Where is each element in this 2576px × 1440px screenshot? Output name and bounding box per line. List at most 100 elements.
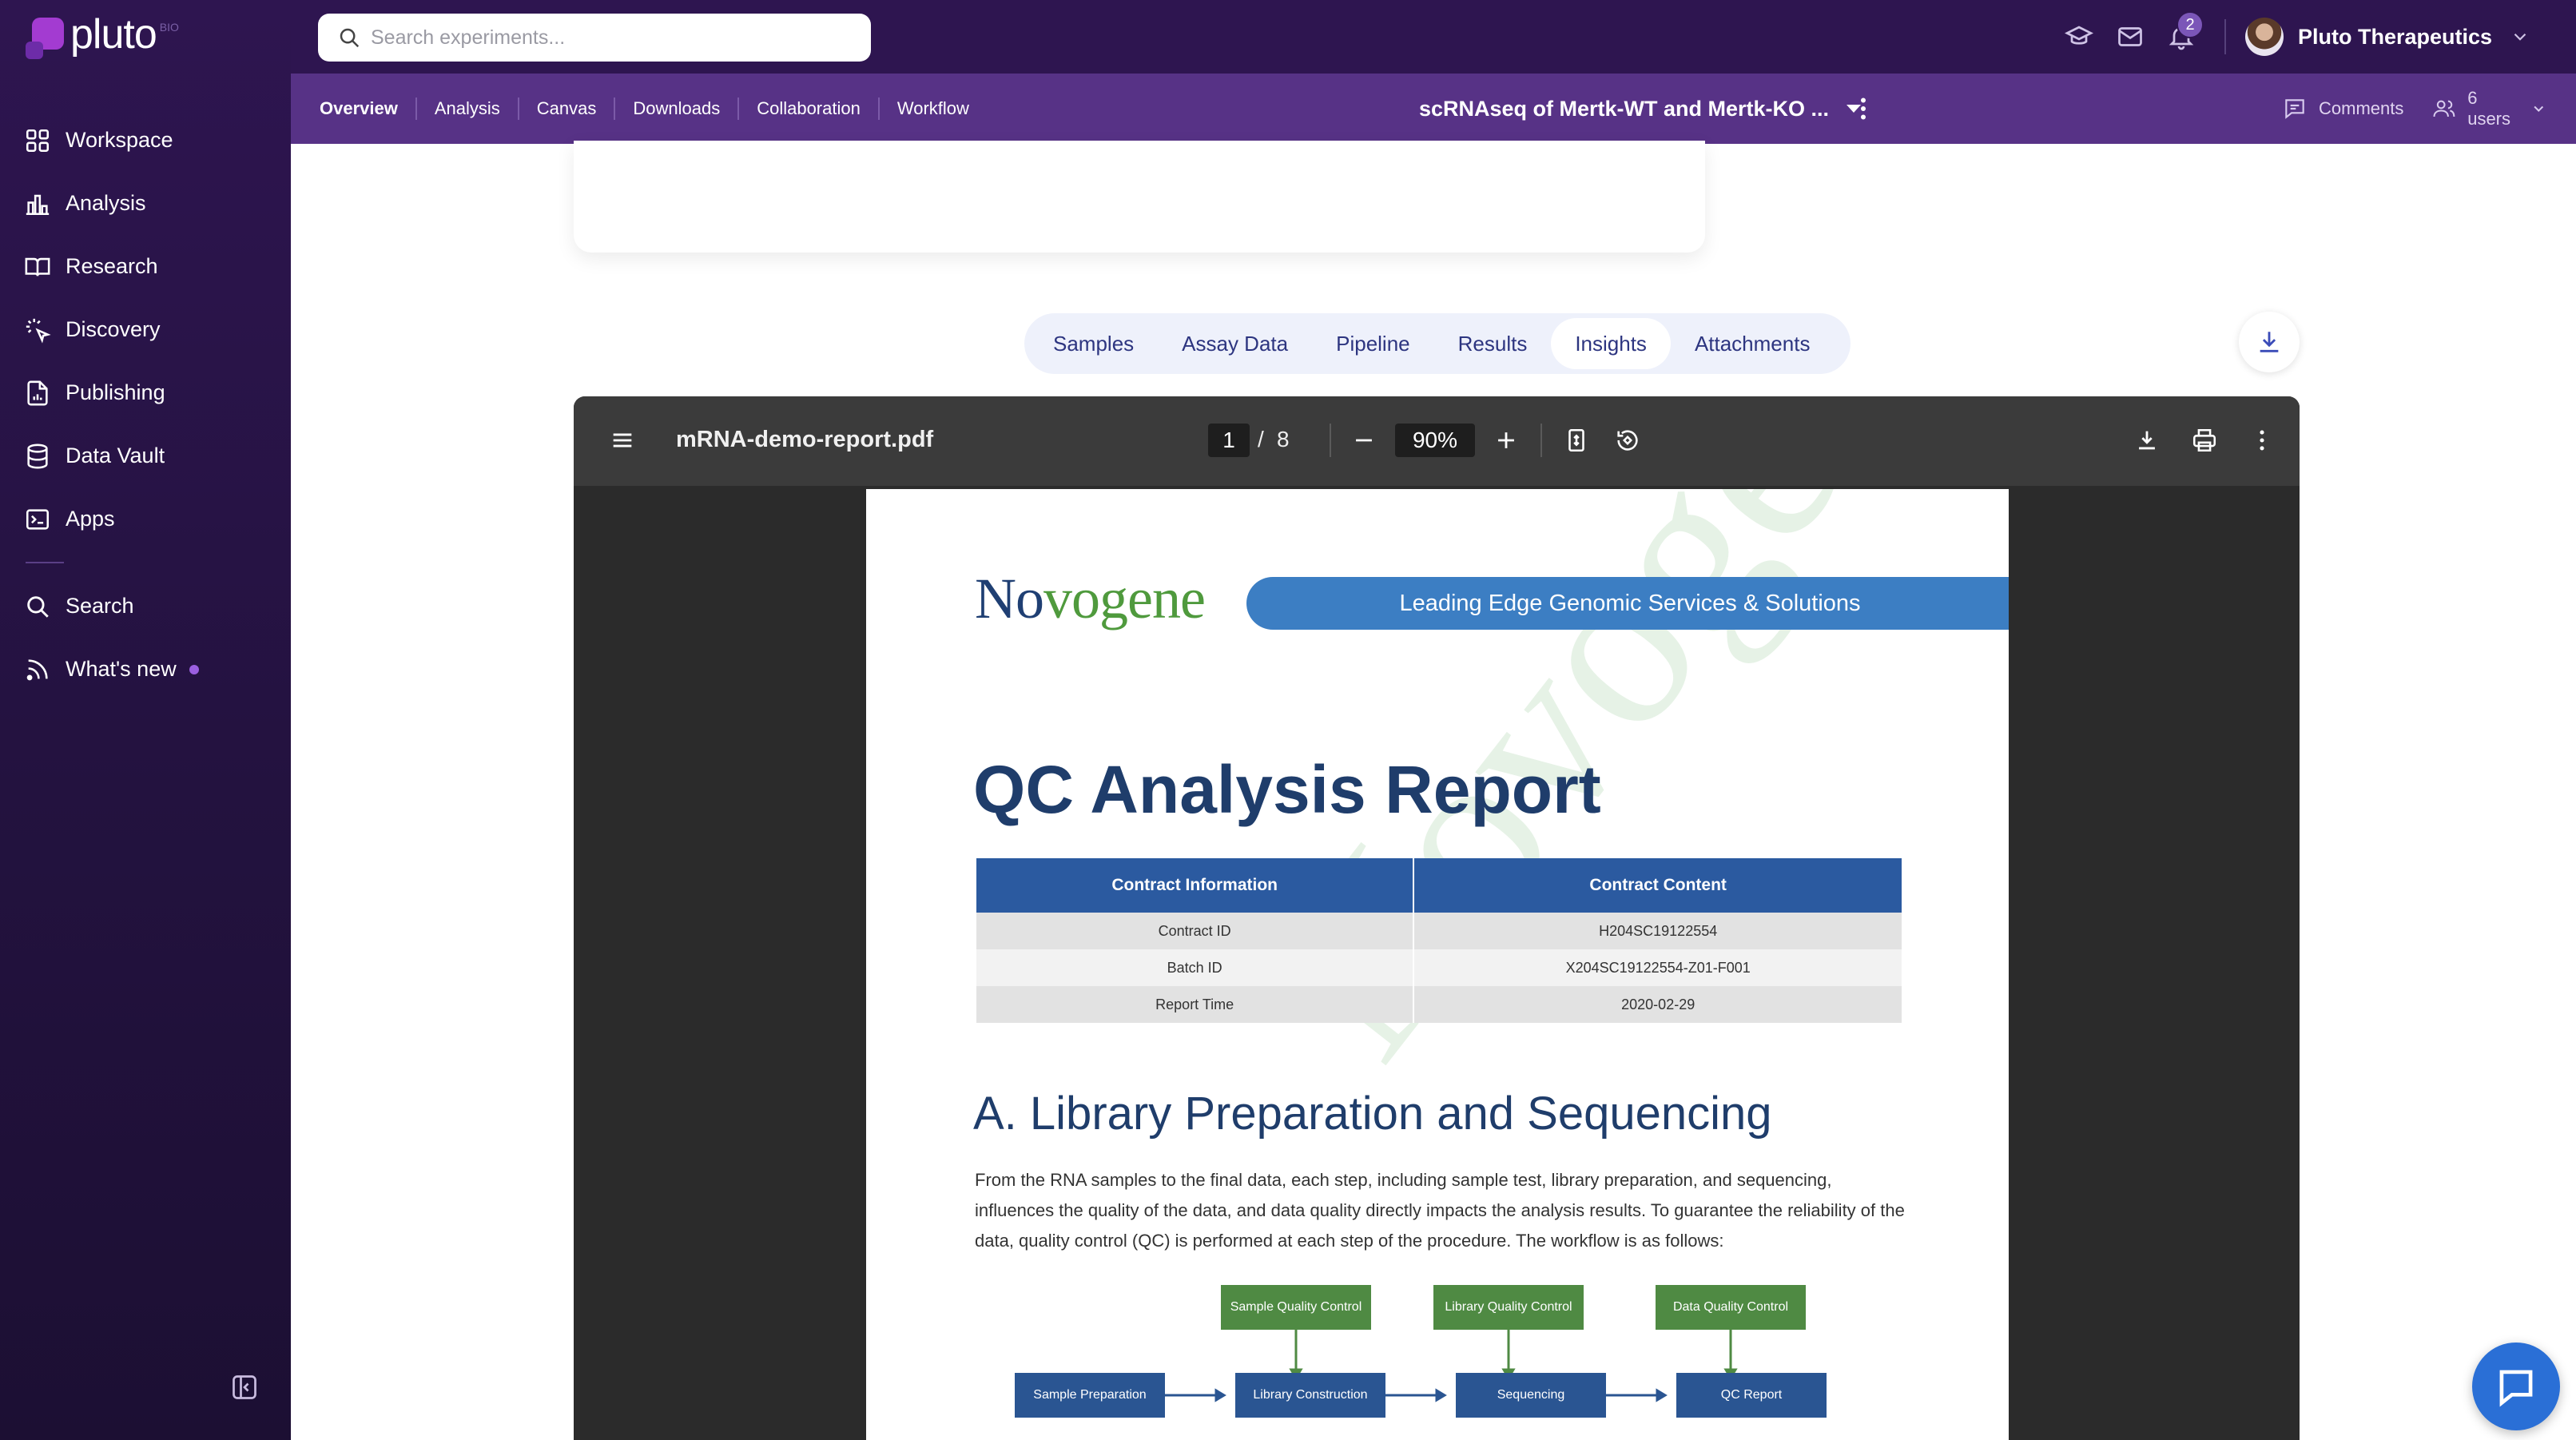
tab-insights[interactable]: Insights	[1551, 318, 1671, 369]
table-cell: Contract ID	[976, 913, 1415, 949]
sidebar-item-label: Workspace	[66, 128, 173, 152]
tab-overview[interactable]: Overview	[320, 97, 415, 120]
sidebar-item-label: Search	[66, 594, 134, 618]
sidebar-item-label: Apps	[66, 507, 115, 531]
zoom-level[interactable]: 90%	[1395, 424, 1475, 457]
table-cell: X204SC19122554-Z01-F001	[1413, 949, 1903, 986]
content-tabs: Samples Assay Data Pipeline Results Insi…	[1024, 313, 1851, 374]
logo-icon	[26, 14, 67, 64]
collapse-sidebar-icon[interactable]	[230, 1373, 259, 1402]
table-cell: H204SC19122554	[1413, 913, 1903, 949]
tab-pipeline[interactable]: Pipeline	[1312, 318, 1434, 369]
learning-button[interactable]	[2058, 16, 2100, 58]
table-header: Contract Information	[976, 858, 1415, 913]
menu-icon[interactable]	[609, 427, 636, 454]
tab-analysis[interactable]: Analysis	[415, 97, 518, 120]
search-bar[interactable]	[318, 14, 871, 62]
document-chart-icon	[27, 380, 48, 405]
tab-assay-data[interactable]: Assay Data	[1158, 318, 1312, 369]
table-cell: 2020-02-29	[1413, 986, 1903, 1023]
sidebar-item-label: Discovery	[66, 317, 161, 341]
org-name: Pluto Therapeutics	[2298, 24, 2493, 49]
tab-canvas[interactable]: Canvas	[517, 97, 614, 120]
book-icon	[25, 257, 50, 276]
tab-attachments[interactable]: Attachments	[1671, 318, 1835, 369]
contract-table: Contract Information Contract Content Co…	[976, 858, 1903, 1023]
rss-icon	[26, 658, 48, 680]
tab-results[interactable]: Results	[1434, 318, 1552, 369]
more-options-icon[interactable]	[2248, 427, 2276, 454]
page-number-input[interactable]: 1	[1208, 424, 1250, 457]
sidebar-item-data-vault[interactable]: Data Vault	[24, 424, 280, 487]
grid-icon	[26, 129, 50, 152]
experiment-title-dropdown[interactable]: scRNAseq of Mertk-WT and Mertk-KO ...	[1419, 74, 1862, 144]
experiment-title: scRNAseq of Mertk-WT and Mertk-KO ...	[1419, 96, 1830, 121]
sidebar-item-apps[interactable]: Apps	[24, 487, 280, 551]
experiment-subnav: Overview Analysis Canvas Downloads Colla…	[291, 74, 2576, 144]
sidebar-item-whats-new[interactable]: What's new	[24, 638, 280, 701]
search-input[interactable]	[371, 26, 850, 50]
sidebar-item-label: Data Vault	[66, 444, 165, 467]
bar-chart-icon	[26, 194, 50, 215]
comments-button[interactable]: Comments	[2282, 96, 2403, 121]
table-row: Report Time 2020-02-29	[976, 986, 1903, 1023]
top-bar: 2 Pluto Therapeutics	[291, 0, 2576, 74]
chat-launcher-button[interactable]	[2472, 1343, 2560, 1430]
sidebar-nav: Workspace Analysis Research Discovery Pu…	[24, 109, 280, 701]
notifications-button[interactable]: 2	[2161, 11, 2204, 58]
sidebar-item-research[interactable]: Research	[24, 235, 280, 298]
sidebar-divider	[26, 562, 64, 563]
chevron-down-icon	[2514, 33, 2526, 41]
zoom-out-icon[interactable]	[1350, 427, 1377, 454]
comments-icon	[2285, 99, 2304, 119]
sidebar-item-publishing[interactable]: Publishing	[24, 361, 280, 424]
tab-samples[interactable]: Samples	[1029, 318, 1158, 369]
report-title: QC Analysis Report	[973, 752, 1601, 827]
toolbar-divider	[1540, 424, 1542, 457]
download-icon[interactable]	[2133, 427, 2161, 454]
divider	[2224, 19, 2226, 54]
sidebar-item-analysis[interactable]: Analysis	[24, 172, 280, 235]
tab-downloads[interactable]: Downloads	[614, 97, 737, 120]
messages-button[interactable]	[2109, 16, 2151, 58]
table-row: Contract ID H204SC19122554	[976, 913, 1903, 949]
zoom-in-icon[interactable]	[1493, 427, 1520, 454]
workflow-step: QC Report	[1676, 1373, 1827, 1418]
org-switcher[interactable]: Pluto Therapeutics	[2245, 18, 2530, 56]
page-separator: /	[1258, 427, 1264, 451]
new-indicator-dot	[189, 664, 199, 674]
sidebar-item-workspace[interactable]: Workspace	[24, 109, 280, 172]
table-row: Batch ID X204SC19122554-Z01-F001	[976, 949, 1903, 986]
sidebar-item-discovery[interactable]: Discovery	[24, 298, 280, 361]
more-options-icon[interactable]	[1849, 94, 1878, 123]
pdf-toolbar: mRNA-demo-report.pdf 1 / 8 90%	[574, 396, 2300, 486]
overview-card	[574, 141, 1705, 253]
top-actions: 2 Pluto Therapeutics	[2058, 11, 2530, 58]
users-button[interactable]: 6 users	[2432, 88, 2547, 129]
comments-label: Comments	[2319, 98, 2404, 118]
avatar	[2245, 18, 2284, 56]
workflow-qc-step: Sample Quality Control	[1221, 1285, 1371, 1330]
users-label: 6 users	[2467, 88, 2510, 129]
sidebar-item-search[interactable]: Search	[24, 575, 280, 638]
workflow-qc-step: Data Quality Control	[1656, 1285, 1806, 1330]
workflow-diagram: Sample Quality Control Library Quality C…	[1015, 1283, 1827, 1427]
sidebar-item-label: Analysis	[66, 191, 146, 215]
print-icon[interactable]	[2191, 427, 2218, 454]
tab-collaboration[interactable]: Collaboration	[737, 97, 878, 120]
workflow-step: Sample Preparation	[1015, 1373, 1165, 1418]
sidebar-item-label: What's new	[66, 657, 177, 681]
tab-workflow[interactable]: Workflow	[877, 97, 987, 120]
section-heading: A. Library Preparation and Sequencing	[973, 1088, 1772, 1140]
download-button[interactable]	[2239, 312, 2300, 372]
pluto-logo[interactable]: pluto BIO	[26, 11, 179, 64]
notification-count-badge: 2	[2176, 11, 2204, 38]
sparkle-cursor-icon	[26, 318, 51, 344]
sidebar-item-label: Publishing	[66, 380, 165, 404]
experiment-tabs: Overview Analysis Canvas Downloads Colla…	[320, 74, 987, 144]
fit-page-icon[interactable]	[1563, 427, 1590, 454]
users-icon	[2433, 100, 2455, 117]
download-icon	[2260, 332, 2279, 352]
novogene-logo: Novogene	[975, 567, 1206, 630]
rotate-icon[interactable]	[1614, 427, 1641, 454]
